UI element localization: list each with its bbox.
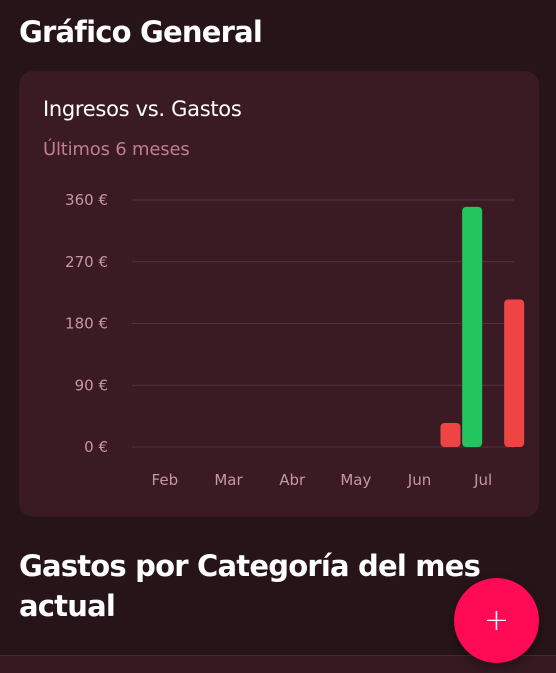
expense-bar[interactable] bbox=[440, 422, 461, 447]
income-expense-chart: 0 € 90 € 180 € 270 € 360 € Feb Mar Abr May Jun Jul bbox=[65, 191, 525, 489]
x-tick-label: Mar bbox=[214, 471, 243, 489]
x-tick-label: Abr bbox=[279, 471, 306, 489]
section-title-categories: Gastos por Categoría del mes actual bbox=[19, 549, 481, 623]
y-tick-label: 270 € bbox=[65, 253, 108, 271]
app-screen: Gráfico General 0 € 90 € 180 € 270 € 360 € Fe… bbox=[0, 0, 556, 673]
section-title-general: Gráfico General bbox=[19, 15, 263, 49]
expense-bar[interactable] bbox=[504, 299, 525, 447]
card-title: Ingresos vs. Gastos bbox=[43, 97, 242, 121]
x-tick-label: Feb bbox=[152, 471, 179, 489]
card-subtitle: Últimos 6 meses bbox=[43, 139, 190, 160]
y-tick-label: 180 € bbox=[65, 315, 108, 333]
bottom-navigation-bar bbox=[0, 655, 556, 673]
y-tick-label: 0 € bbox=[84, 438, 108, 456]
x-tick-label: Jul bbox=[473, 471, 492, 489]
plus-icon: + bbox=[483, 602, 510, 638]
y-tick-label: 360 € bbox=[65, 191, 108, 209]
add-transaction-button[interactable]: + bbox=[454, 578, 539, 663]
income-vs-expenses-card: 0 € 90 € 180 € 270 € 360 € Feb Mar Abr May Jun Jul… bbox=[19, 71, 539, 517]
income-bar[interactable] bbox=[462, 206, 483, 447]
y-tick-label: 90 € bbox=[75, 376, 108, 394]
x-tick-label: Jun bbox=[407, 471, 431, 489]
x-tick-label: May bbox=[340, 471, 371, 489]
